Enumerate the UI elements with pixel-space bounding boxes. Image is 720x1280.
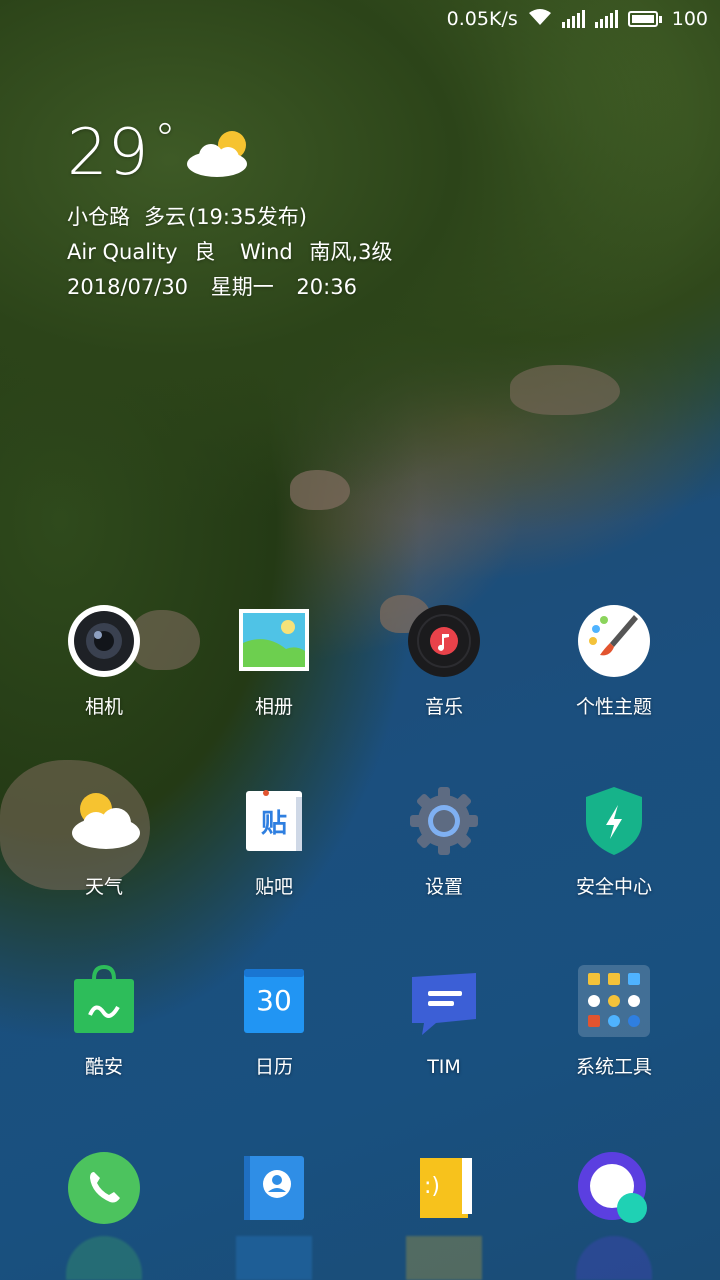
weather-widget[interactable]: 29 ° 小仓路 多云(19:35发布) Air Quality 良 Wind 南… xyxy=(67,118,392,305)
tieba-icon: 贴 xyxy=(236,783,312,859)
app-label: 酷安 xyxy=(84,1056,123,1078)
music-icon xyxy=(406,603,482,679)
condition: 多云 xyxy=(144,205,186,229)
messages-icon: :) xyxy=(406,1150,482,1226)
security-shield-icon xyxy=(576,783,652,859)
publish-time: (19:35发布) xyxy=(188,205,307,229)
app-label: 音乐 xyxy=(424,696,463,718)
air-wind-line: Air Quality 良 Wind 南风,3级 xyxy=(67,235,392,270)
wind-label: Wind xyxy=(239,240,293,264)
clock-time: 20:36 xyxy=(296,275,357,299)
dock-messages[interactable]: :) xyxy=(359,1150,529,1226)
app-settings[interactable]: 设置 xyxy=(359,783,529,899)
theme-brush-icon xyxy=(576,603,652,679)
app-label: 相册 xyxy=(254,696,293,718)
partly-cloudy-icon xyxy=(187,131,247,177)
app-weather[interactable]: 天气 xyxy=(19,783,189,899)
app-camera[interactable]: 相机 xyxy=(19,603,189,719)
dock-browser[interactable] xyxy=(529,1150,699,1226)
battery-level: 100 xyxy=(671,8,708,30)
contacts-icon xyxy=(236,1150,312,1226)
app-label: 贴吧 xyxy=(254,876,293,898)
date: 2018/07/30 xyxy=(67,275,189,299)
signal-icon xyxy=(594,10,618,28)
air-quality-value: 良 xyxy=(194,240,216,264)
wallpaper-rock xyxy=(510,365,620,415)
signal-icon xyxy=(561,10,585,28)
app-tim[interactable]: TIM xyxy=(359,963,529,1079)
coolapk-icon xyxy=(66,963,142,1039)
app-label: 个性主题 xyxy=(575,696,652,718)
weekday: 星期一 xyxy=(210,275,274,299)
phone-icon xyxy=(66,1150,142,1226)
home-screen: 0.05K/s 100 29 ° 小仓路 多云(19:35发布) Air Qual… xyxy=(0,0,720,1280)
browser-icon xyxy=(576,1150,652,1226)
app-coolapk[interactable]: 酷安 xyxy=(19,963,189,1079)
location-line: 小仓路 多云(19:35发布) xyxy=(67,200,392,235)
app-system-tools-folder[interactable]: 系统工具 xyxy=(529,963,699,1079)
app-label: 系统工具 xyxy=(575,1056,652,1078)
wifi-icon xyxy=(528,8,552,31)
camera-icon xyxy=(66,603,142,679)
app-label: 相机 xyxy=(84,696,123,718)
app-tieba[interactable]: 贴 贴吧 xyxy=(189,783,359,899)
calendar-day: 30 xyxy=(256,984,292,1017)
gallery-icon xyxy=(236,603,312,679)
dock-reflection xyxy=(236,1236,312,1280)
battery-icon xyxy=(627,11,662,27)
app-gallery[interactable]: 相册 xyxy=(189,603,359,719)
app-label: 日历 xyxy=(254,1056,293,1078)
location: 小仓路 xyxy=(67,205,130,229)
wallpaper-rock xyxy=(290,470,350,510)
tieba-glyph: 贴 xyxy=(260,809,287,839)
app-music[interactable]: 音乐 xyxy=(359,603,529,719)
app-label: 设置 xyxy=(424,876,463,898)
app-security[interactable]: 安全中心 xyxy=(529,783,699,899)
app-label: 天气 xyxy=(84,876,123,898)
app-label: 安全中心 xyxy=(575,876,652,898)
dock-reflection xyxy=(576,1236,652,1280)
dock-phone[interactable] xyxy=(19,1150,189,1226)
tim-icon xyxy=(406,963,482,1039)
calendar-icon: 30 xyxy=(236,963,312,1039)
app-label: TIM xyxy=(427,1056,461,1078)
messages-glyph: :) xyxy=(424,1174,440,1199)
dock-reflection xyxy=(66,1236,142,1280)
degree-symbol: ° xyxy=(154,114,176,163)
status-bar: 0.05K/s 100 xyxy=(0,0,720,38)
network-speed: 0.05K/s xyxy=(446,8,518,30)
app-calendar[interactable]: 30 日历 xyxy=(189,963,359,1079)
dock-contacts[interactable] xyxy=(189,1150,359,1226)
app-themes[interactable]: 个性主题 xyxy=(529,603,699,719)
weather-icon xyxy=(66,783,142,859)
date-time-line: 2018/07/30 星期一 20:36 xyxy=(67,270,392,305)
settings-gear-icon xyxy=(406,783,482,859)
system-tools-folder-icon xyxy=(576,963,652,1039)
dock-reflection xyxy=(406,1236,482,1280)
temperature-value: 29 xyxy=(67,116,149,190)
air-quality-label: Air Quality xyxy=(67,240,178,264)
wind-value: 南风,3级 xyxy=(309,240,393,264)
